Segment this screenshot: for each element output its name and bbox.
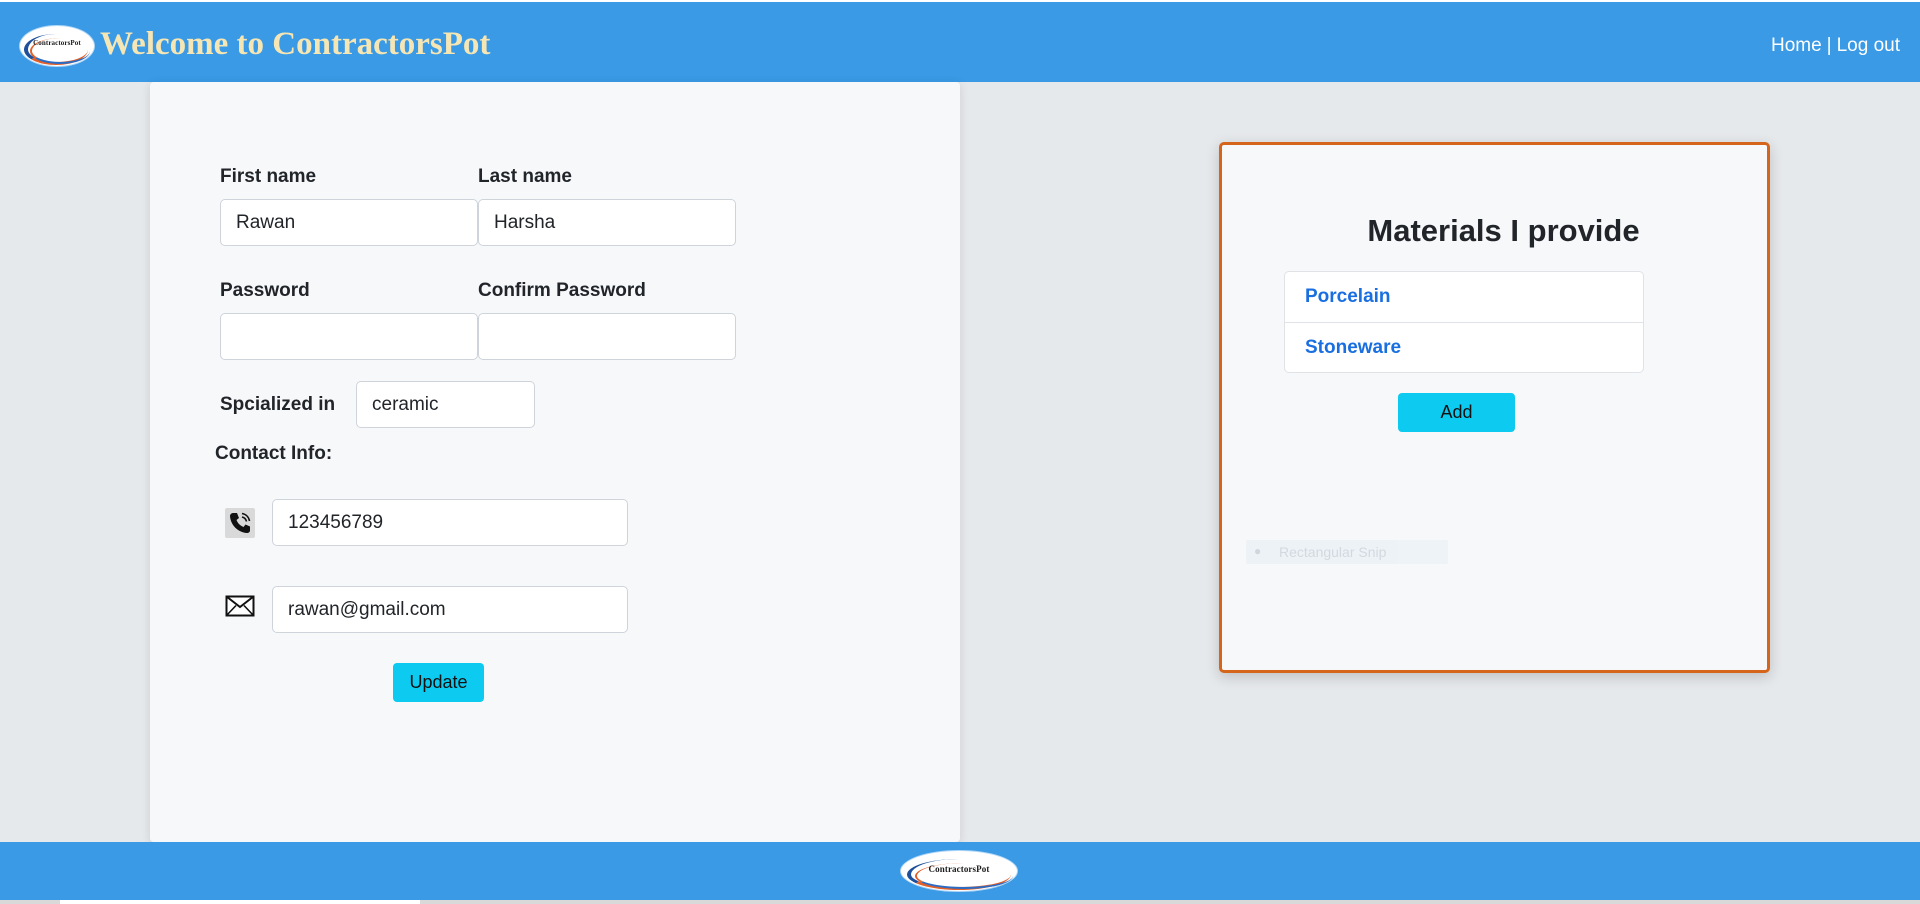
add-material-button[interactable]: Add (1398, 393, 1515, 432)
envelope-icon-glyph (225, 595, 255, 617)
contact-info-label: Contact Info: (215, 443, 333, 464)
footer-logo: ContractorsPot (901, 851, 1017, 891)
top-nav: Home | Log out (1771, 35, 1900, 57)
last-name-label: Last name (478, 166, 572, 187)
material-item-porcelain[interactable]: Porcelain (1285, 272, 1643, 322)
update-button[interactable]: Update (393, 663, 484, 702)
materials-card: Materials I provide Porcelain Stoneware … (1219, 142, 1770, 673)
nav-separator: | (1826, 35, 1832, 56)
horizontal-scrollbar[interactable] (0, 900, 1920, 904)
profile-form-card: First name Last name Password Confirm Pa… (150, 82, 960, 842)
footer-logo-text: ContractorsPot (928, 864, 990, 874)
envelope-icon (224, 594, 256, 618)
phone-icon (225, 508, 255, 538)
email-input[interactable] (272, 586, 628, 633)
logo-text: ContractorsPot (33, 39, 81, 47)
snip-overlay-text: Rectangular Snip (1279, 544, 1387, 560)
password-input[interactable] (220, 313, 478, 360)
footer-bar: ContractorsPot (0, 842, 1920, 900)
password-label: Password (220, 280, 310, 301)
header-bar: ContractorsPot Welcome to ContractorsPot… (0, 2, 1920, 82)
snip-overlay: ● Rectangular Snip (1246, 540, 1448, 564)
search-icon: ● (1254, 544, 1262, 558)
first-name-label: First name (220, 166, 317, 187)
last-name-input[interactable] (478, 199, 736, 246)
nav-home-link[interactable]: Home (1771, 35, 1822, 56)
specialized-label: Spcialized in (220, 394, 336, 415)
specialized-input[interactable] (356, 381, 535, 428)
phone-icon-glyph (230, 512, 251, 533)
site-title: Welcome to ContractorsPot (100, 26, 491, 62)
site-logo[interactable]: ContractorsPot (20, 26, 94, 66)
phone-input[interactable] (272, 499, 628, 546)
confirm-password-label: Confirm Password (478, 280, 646, 301)
scrollbar-thumb[interactable] (60, 900, 420, 904)
confirm-password-input[interactable] (478, 313, 736, 360)
first-name-input[interactable] (220, 199, 478, 246)
materials-list: Porcelain Stoneware (1284, 271, 1644, 373)
material-item-stoneware[interactable]: Stoneware (1285, 322, 1643, 372)
materials-title: Materials I provide (1367, 213, 1640, 248)
nav-logout-link[interactable]: Log out (1837, 35, 1900, 56)
